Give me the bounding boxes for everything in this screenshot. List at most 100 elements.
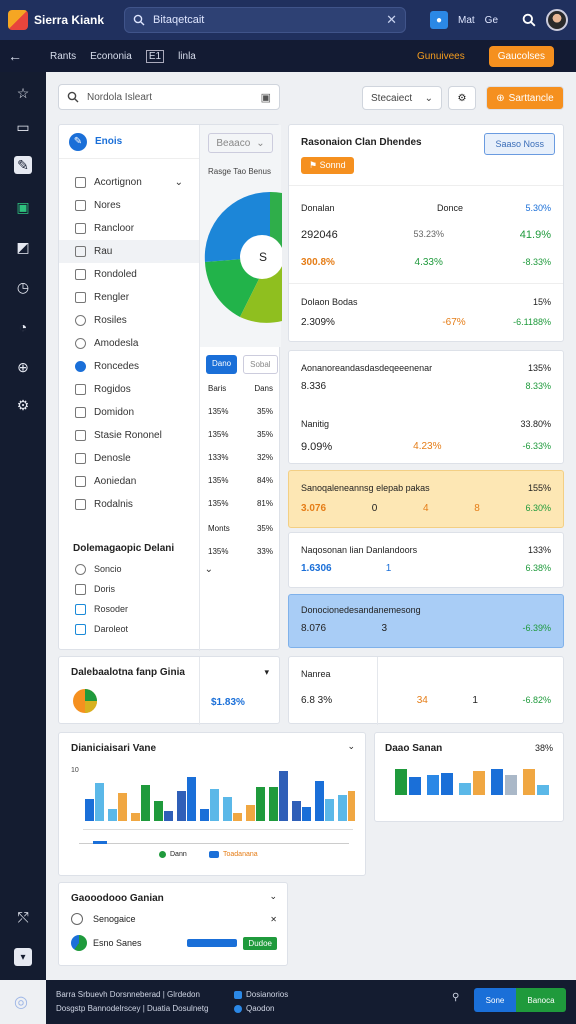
bar[interactable] bbox=[441, 773, 453, 795]
metrics-card-5[interactable]: Donocionedesandanemesong 8.076 3 -6.39% bbox=[288, 594, 564, 648]
list-item[interactable]: Roncedes bbox=[59, 355, 199, 378]
topbar-link-1[interactable]: Mat bbox=[458, 15, 475, 26]
subbar-item-3[interactable]: E1 bbox=[145, 49, 165, 63]
metrics-badge[interactable]: ⚑ Sonnd bbox=[301, 157, 354, 174]
bar[interactable] bbox=[118, 793, 127, 821]
bar[interactable] bbox=[315, 781, 324, 821]
topbar-link-2[interactable]: Ge bbox=[485, 15, 498, 26]
bar[interactable] bbox=[210, 789, 219, 821]
subbar-item-2[interactable]: Econonia bbox=[90, 51, 132, 62]
edit-icon[interactable]: ✎ bbox=[14, 156, 32, 174]
list-item[interactable]: Rondoled bbox=[59, 263, 199, 286]
bar[interactable] bbox=[459, 783, 471, 795]
bar[interactable] bbox=[187, 777, 196, 821]
bar[interactable] bbox=[200, 809, 209, 821]
filter-search-input[interactable]: Nordola Isleart ▣ bbox=[58, 84, 280, 110]
bar[interactable] bbox=[348, 791, 355, 821]
list-item[interactable]: Soncio ⌄ bbox=[59, 559, 213, 579]
subbar-action-button[interactable]: Gaucolses bbox=[488, 45, 554, 67]
filter-action-button[interactable]: ⊕ Sarttancle bbox=[486, 86, 564, 110]
bar[interactable] bbox=[279, 771, 288, 821]
bar[interactable] bbox=[154, 801, 163, 821]
checkbox[interactable] bbox=[75, 407, 86, 418]
tab-inactive[interactable]: Sobal bbox=[243, 355, 278, 374]
list-item[interactable]: Rodalnis bbox=[59, 493, 199, 516]
progress-button[interactable]: Dudoe bbox=[243, 936, 277, 950]
checkbox[interactable] bbox=[75, 361, 86, 372]
help-icon[interactable]: ◎ bbox=[14, 992, 32, 1011]
bar[interactable] bbox=[325, 799, 334, 821]
globe-icon[interactable]: ⊕ bbox=[14, 358, 32, 376]
checkbox[interactable] bbox=[75, 453, 86, 464]
checkbox[interactable] bbox=[75, 430, 86, 441]
bar[interactable] bbox=[131, 813, 140, 821]
checkbox[interactable] bbox=[75, 177, 86, 188]
footer-button-2[interactable]: Banoca bbox=[516, 988, 566, 1012]
radio-row[interactable]: Senogaice ✕ bbox=[71, 913, 277, 925]
checkbox[interactable] bbox=[75, 623, 86, 635]
checkbox[interactable] bbox=[75, 338, 86, 349]
chevron-down-icon[interactable]: ▾ bbox=[264, 667, 269, 678]
chevron-down-icon[interactable]: ▾ bbox=[14, 948, 32, 966]
list-item[interactable]: Aoniedan bbox=[59, 470, 199, 493]
filter-select[interactable]: Stecaiect ⌄ bbox=[362, 86, 442, 110]
bar[interactable] bbox=[409, 777, 421, 795]
bar[interactable] bbox=[246, 805, 255, 821]
pie-top-button[interactable]: Beaaco ⌄ bbox=[208, 133, 273, 153]
tab-active[interactable]: Dano bbox=[206, 355, 238, 374]
list-item[interactable]: Amodesla bbox=[59, 332, 199, 355]
bar[interactable] bbox=[395, 769, 407, 795]
checkbox[interactable] bbox=[75, 292, 86, 303]
settings-icon[interactable]: ⚙ bbox=[14, 396, 32, 414]
list-item[interactable]: Rengler bbox=[59, 286, 199, 309]
bar[interactable] bbox=[338, 795, 347, 821]
bar[interactable] bbox=[473, 771, 485, 795]
checkbox[interactable] bbox=[75, 246, 86, 257]
list-item[interactable]: Domidon bbox=[59, 401, 199, 424]
list-item[interactable]: Rancloor bbox=[59, 217, 199, 240]
list-item[interactable]: Rosoder bbox=[59, 599, 199, 619]
checkbox[interactable] bbox=[75, 499, 86, 510]
bar[interactable] bbox=[523, 769, 535, 795]
bar[interactable] bbox=[95, 783, 104, 821]
clear-search-icon[interactable]: ✕ bbox=[386, 12, 397, 28]
chevron-down-icon[interactable]: ⌄ bbox=[347, 741, 355, 752]
filter-settings-button[interactable]: ⚙ bbox=[448, 86, 476, 110]
checkbox[interactable] bbox=[75, 603, 86, 615]
checkbox[interactable] bbox=[75, 384, 86, 395]
location-icon[interactable]: ⚲ bbox=[452, 992, 459, 1003]
share-icon[interactable]: ⤲ bbox=[14, 908, 32, 926]
list-item[interactable]: Acortignon ⌄ bbox=[59, 171, 199, 194]
footer-link-2[interactable]: Qaodon bbox=[234, 1004, 274, 1013]
bar[interactable] bbox=[141, 785, 150, 821]
bar[interactable] bbox=[256, 787, 265, 821]
bar[interactable] bbox=[491, 769, 503, 795]
list-item[interactable]: Rosiles bbox=[59, 309, 199, 332]
radio-button[interactable] bbox=[75, 563, 86, 575]
subbar-right-link[interactable]: Gunuivees bbox=[417, 51, 465, 62]
checkbox[interactable] bbox=[75, 269, 86, 280]
list-item[interactable]: Nores bbox=[59, 194, 199, 217]
calendar-icon[interactable]: ▣ bbox=[261, 91, 271, 104]
timer-icon[interactable]: ◔ bbox=[14, 318, 32, 336]
checkbox[interactable] bbox=[75, 223, 86, 234]
notification-icon[interactable]: ● bbox=[430, 11, 448, 29]
bar[interactable] bbox=[427, 775, 439, 795]
list-item[interactable]: Doris bbox=[59, 579, 199, 599]
bar[interactable] bbox=[269, 787, 278, 821]
back-arrow-icon[interactable]: ← bbox=[8, 48, 22, 64]
bar[interactable] bbox=[292, 801, 301, 821]
bar[interactable] bbox=[537, 785, 549, 795]
footer-button-1[interactable]: Sone bbox=[474, 988, 516, 1012]
search-icon[interactable] bbox=[520, 11, 538, 29]
checkbox[interactable] bbox=[75, 315, 86, 326]
user-avatar[interactable] bbox=[546, 9, 568, 31]
book-icon[interactable]: ▭ bbox=[14, 118, 32, 136]
radio-button[interactable] bbox=[71, 913, 83, 925]
bar[interactable] bbox=[177, 791, 186, 821]
checkbox[interactable] bbox=[75, 476, 86, 487]
close-icon[interactable]: ✕ bbox=[270, 915, 277, 924]
bar[interactable] bbox=[223, 797, 232, 821]
bar[interactable] bbox=[108, 809, 117, 821]
sort-icon[interactable]: ✎ bbox=[69, 132, 87, 151]
